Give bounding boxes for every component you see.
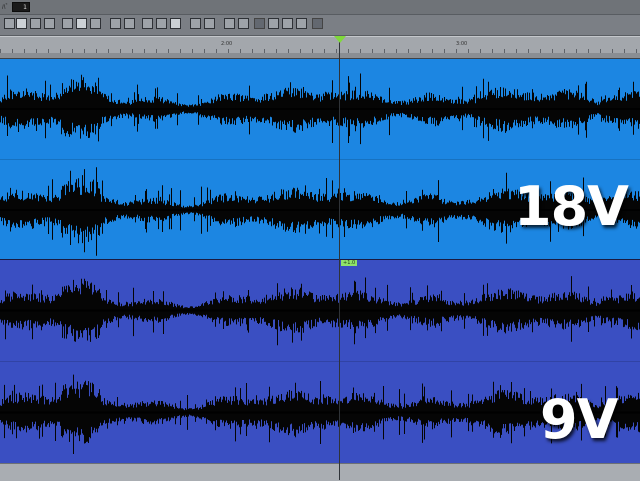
grid-icon[interactable] — [16, 18, 27, 29]
track-label-9v: 9V — [540, 388, 618, 451]
waveform-9v-left — [0, 276, 640, 346]
list-icon[interactable] — [124, 18, 135, 29]
blank-icon[interactable] — [254, 18, 265, 29]
toolbar — [0, 15, 640, 36]
list-icon[interactable] — [204, 18, 215, 29]
playhead-tag: +1.0 — [341, 260, 358, 266]
ruler-label-1: 2:00 — [221, 41, 233, 47]
box-icon[interactable] — [282, 18, 293, 29]
zoom-icon[interactable] — [110, 18, 121, 29]
blank-icon[interactable] — [312, 18, 323, 29]
range-icon[interactable] — [44, 18, 55, 29]
playhead-marker-icon[interactable] — [334, 36, 346, 43]
box-icon[interactable] — [268, 18, 279, 29]
track-9v[interactable]: 9V — [0, 260, 640, 463]
draw-icon[interactable] — [90, 18, 101, 29]
fit-icon[interactable] — [238, 18, 249, 29]
sort-icon[interactable] — [190, 18, 201, 29]
box-icon[interactable] — [296, 18, 307, 29]
top-value-field[interactable]: 1 — [12, 2, 30, 12]
track-label-18v: 18V — [514, 175, 629, 238]
waveform-18v-left — [0, 73, 640, 145]
playhead-line[interactable] — [339, 36, 340, 480]
bottom-scroll-bar[interactable] — [0, 463, 640, 481]
top-label: ﾊﾞ — [2, 3, 9, 11]
waveform-lane-left[interactable] — [0, 59, 640, 159]
expand-icon[interactable] — [224, 18, 235, 29]
grid-icon[interactable] — [4, 18, 15, 29]
toggle-icon[interactable] — [170, 18, 181, 29]
box-icon[interactable] — [156, 18, 167, 29]
ruler-label-2: 3:00 — [456, 41, 468, 47]
track-18v[interactable]: 18V — [0, 59, 640, 259]
pencil-icon[interactable] — [76, 18, 87, 29]
waveform-lane-left[interactable] — [0, 260, 640, 360]
top-strip: ﾊﾞ 1 — [0, 0, 640, 15]
snap-icon[interactable] — [30, 18, 41, 29]
box-icon[interactable] — [142, 18, 153, 29]
select-icon[interactable] — [62, 18, 73, 29]
timeline-ruler[interactable]: 2:00 3:00 — [0, 36, 640, 54]
